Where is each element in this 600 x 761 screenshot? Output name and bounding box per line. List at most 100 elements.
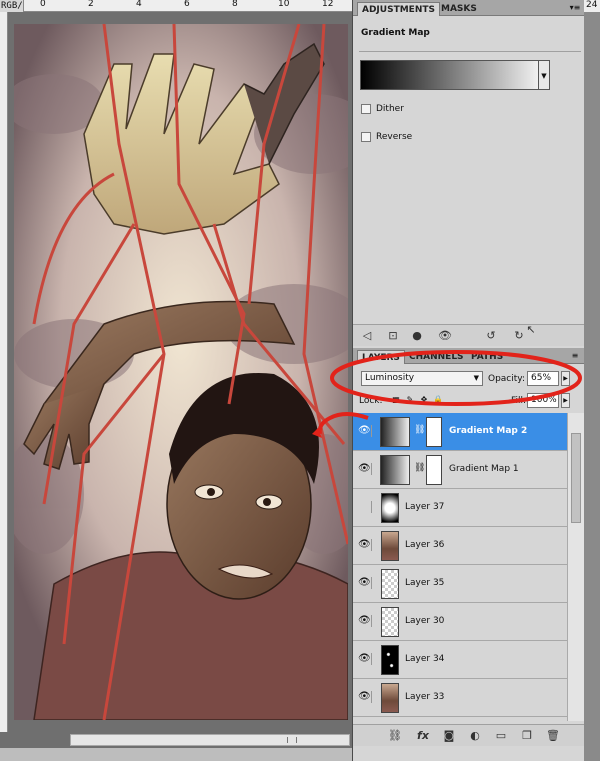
chevron-down-icon[interactable]: ▼ — [538, 60, 550, 90]
link-icon[interactable]: ⛓ — [414, 463, 425, 473]
dither-checkbox[interactable] — [361, 104, 371, 114]
layer-row[interactable]: Layer 37 — [353, 489, 567, 527]
layer-row[interactable]: 👁 ⛓ Gradient Map 1 — [353, 451, 567, 489]
layers-footer: ⛓ fx ◙ ◐ ▭ ❐ 🗑 — [353, 724, 585, 746]
panel-menu-icon[interactable]: ▾≡ — [569, 2, 581, 13]
layer-name[interactable]: Layer 35 — [405, 578, 444, 588]
layer-thumbnail[interactable] — [381, 645, 399, 675]
fill-label: Fill: — [511, 396, 527, 406]
tab-paths[interactable]: PATHS — [467, 350, 507, 364]
ruler-label: 6 — [184, 0, 190, 9]
dither-label: Dither — [376, 104, 404, 114]
lock-image-icon[interactable]: ✎ — [405, 395, 415, 405]
ruler-label: 8 — [232, 0, 238, 9]
tab-adjustments[interactable]: ADJUSTMENTS — [357, 2, 440, 16]
expand-view-icon[interactable]: ⊡ — [385, 329, 401, 343]
eye-icon[interactable]: 👁 — [358, 577, 372, 589]
new-layer-icon[interactable]: ❐ — [519, 729, 535, 743]
lock-controls: Lock: ▦ ✎ ✥ 🔒 Fill: 100% ▶ — [353, 391, 585, 411]
layer-thumbnail[interactable] — [381, 569, 399, 599]
gradient-preview[interactable] — [360, 60, 550, 90]
eye-icon[interactable]: 👁 — [358, 615, 372, 627]
layers-list: 👁 ⛓ Gradient Map 2 👁 ⛓ Gradient Map 1 La… — [353, 413, 567, 721]
dither-option[interactable]: Dither — [361, 102, 404, 116]
layer-thumbnail[interactable] — [381, 683, 399, 713]
previous-state-icon[interactable]: ↺ — [483, 329, 499, 343]
clip-layer-icon[interactable]: ● — [409, 329, 425, 343]
layers-scrollbar[interactable] — [567, 413, 585, 721]
link-icon[interactable]: ⛓ — [414, 425, 425, 435]
back-arrow-icon[interactable]: ◁ — [359, 329, 375, 343]
mask-icon[interactable]: ◙ — [441, 729, 457, 743]
lock-all-icon[interactable]: 🔒 — [433, 395, 443, 405]
layer-thumbnail[interactable] — [381, 493, 399, 523]
opacity-slider-toggle[interactable]: ▶ — [561, 371, 570, 386]
fx-icon[interactable]: fx — [415, 729, 431, 743]
layer-row[interactable]: 👁 Layer 33 — [353, 679, 567, 717]
eye-icon[interactable]: 👁 — [358, 463, 372, 475]
eye-slot[interactable] — [358, 501, 372, 513]
lock-label: Lock: — [359, 396, 383, 406]
right-ruler-label: 24 — [584, 0, 600, 12]
reverse-option[interactable]: Reverse — [361, 130, 412, 144]
horizontal-ruler[interactable]: 0 2 4 6 8 10 12 — [24, 0, 352, 12]
horizontal-scrollbar[interactable] — [70, 734, 350, 746]
layers-tab-bar: LAYERS CHANNELS PATHS ≡ — [353, 348, 585, 364]
scrollbar-grip[interactable] — [287, 737, 297, 743]
tab-masks[interactable]: MASKS — [437, 2, 481, 16]
adjustment-title: Gradient Map — [361, 28, 430, 38]
blend-mode-select[interactable]: Luminosity ▼ — [361, 371, 483, 386]
layer-row[interactable]: 👁 Layer 35 — [353, 565, 567, 603]
reverse-checkbox[interactable] — [361, 132, 371, 142]
adjustment-thumbnail[interactable] — [380, 417, 410, 447]
folder-icon[interactable]: ▭ — [493, 729, 509, 743]
link-icon[interactable]: ⛓ — [387, 729, 403, 743]
tab-channels[interactable]: CHANNELS — [405, 350, 468, 364]
layer-name[interactable]: Layer 34 — [405, 654, 444, 664]
lock-position-icon[interactable]: ✥ — [419, 395, 429, 405]
layer-thumbnail[interactable] — [381, 531, 399, 561]
fill-slider-toggle[interactable]: ▶ — [561, 393, 570, 408]
tab-layers[interactable]: LAYERS — [357, 350, 405, 364]
opacity-label: Opacity: — [488, 374, 525, 384]
mask-thumbnail[interactable] — [426, 455, 442, 485]
right-edge-window: 24 — [584, 0, 600, 761]
vertical-ruler[interactable] — [0, 12, 8, 732]
lock-transparent-icon[interactable]: ▦ — [391, 395, 401, 405]
document-tab[interactable]: RGB/8) — [0, 0, 24, 12]
panel-dock: ADJUSTMENTS MASKS ▾≡ Gradient Map ▼ Dith… — [352, 0, 585, 761]
layer-name[interactable]: Gradient Map 2 — [449, 426, 527, 436]
adjustment-thumbnail[interactable] — [380, 455, 410, 485]
mask-thumbnail[interactable] — [426, 417, 442, 447]
ruler-label: 4 — [136, 0, 142, 9]
layer-row[interactable]: 👁 Layer 30 — [353, 603, 567, 641]
layer-name[interactable]: Layer 36 — [405, 540, 444, 550]
reverse-label: Reverse — [376, 132, 413, 142]
ruler-label: 10 — [278, 0, 290, 9]
layer-name[interactable]: Gradient Map 1 — [449, 464, 519, 474]
layer-row[interactable]: 👁 Layer 34 — [353, 641, 567, 679]
layer-name[interactable]: Layer 37 — [405, 502, 444, 512]
layer-row[interactable]: 👁 ⛓ Gradient Map 2 — [353, 413, 567, 451]
fill-input[interactable]: 100% — [527, 393, 559, 408]
scrollbar-thumb[interactable] — [571, 433, 581, 523]
adjustment-icon[interactable]: ◐ — [467, 729, 483, 743]
chevron-down-icon: ▼ — [473, 374, 479, 382]
eye-icon[interactable]: 👁 — [358, 425, 372, 437]
eye-icon[interactable]: 👁 — [358, 653, 372, 665]
eye-icon[interactable]: 👁 — [358, 691, 372, 703]
ruler-label: 0 — [40, 0, 46, 9]
opacity-input[interactable]: 65% — [527, 371, 559, 386]
ruler-label: 12 — [322, 0, 334, 9]
layer-name[interactable]: Layer 33 — [405, 692, 444, 702]
layer-name[interactable]: Layer 30 — [405, 616, 444, 626]
status-strip — [0, 748, 352, 761]
trash-icon[interactable]: 🗑 — [545, 729, 561, 743]
panel-menu-icon[interactable]: ≡ — [569, 350, 581, 361]
layer-thumbnail[interactable] — [381, 607, 399, 637]
document-window: RGB/8) 0 2 4 6 8 10 12 — [0, 0, 352, 761]
canvas-artwork[interactable] — [14, 24, 348, 720]
layer-row[interactable]: 👁 Layer 36 — [353, 527, 567, 565]
eye-icon[interactable]: 👁 — [437, 329, 453, 343]
eye-icon[interactable]: 👁 — [358, 539, 372, 551]
